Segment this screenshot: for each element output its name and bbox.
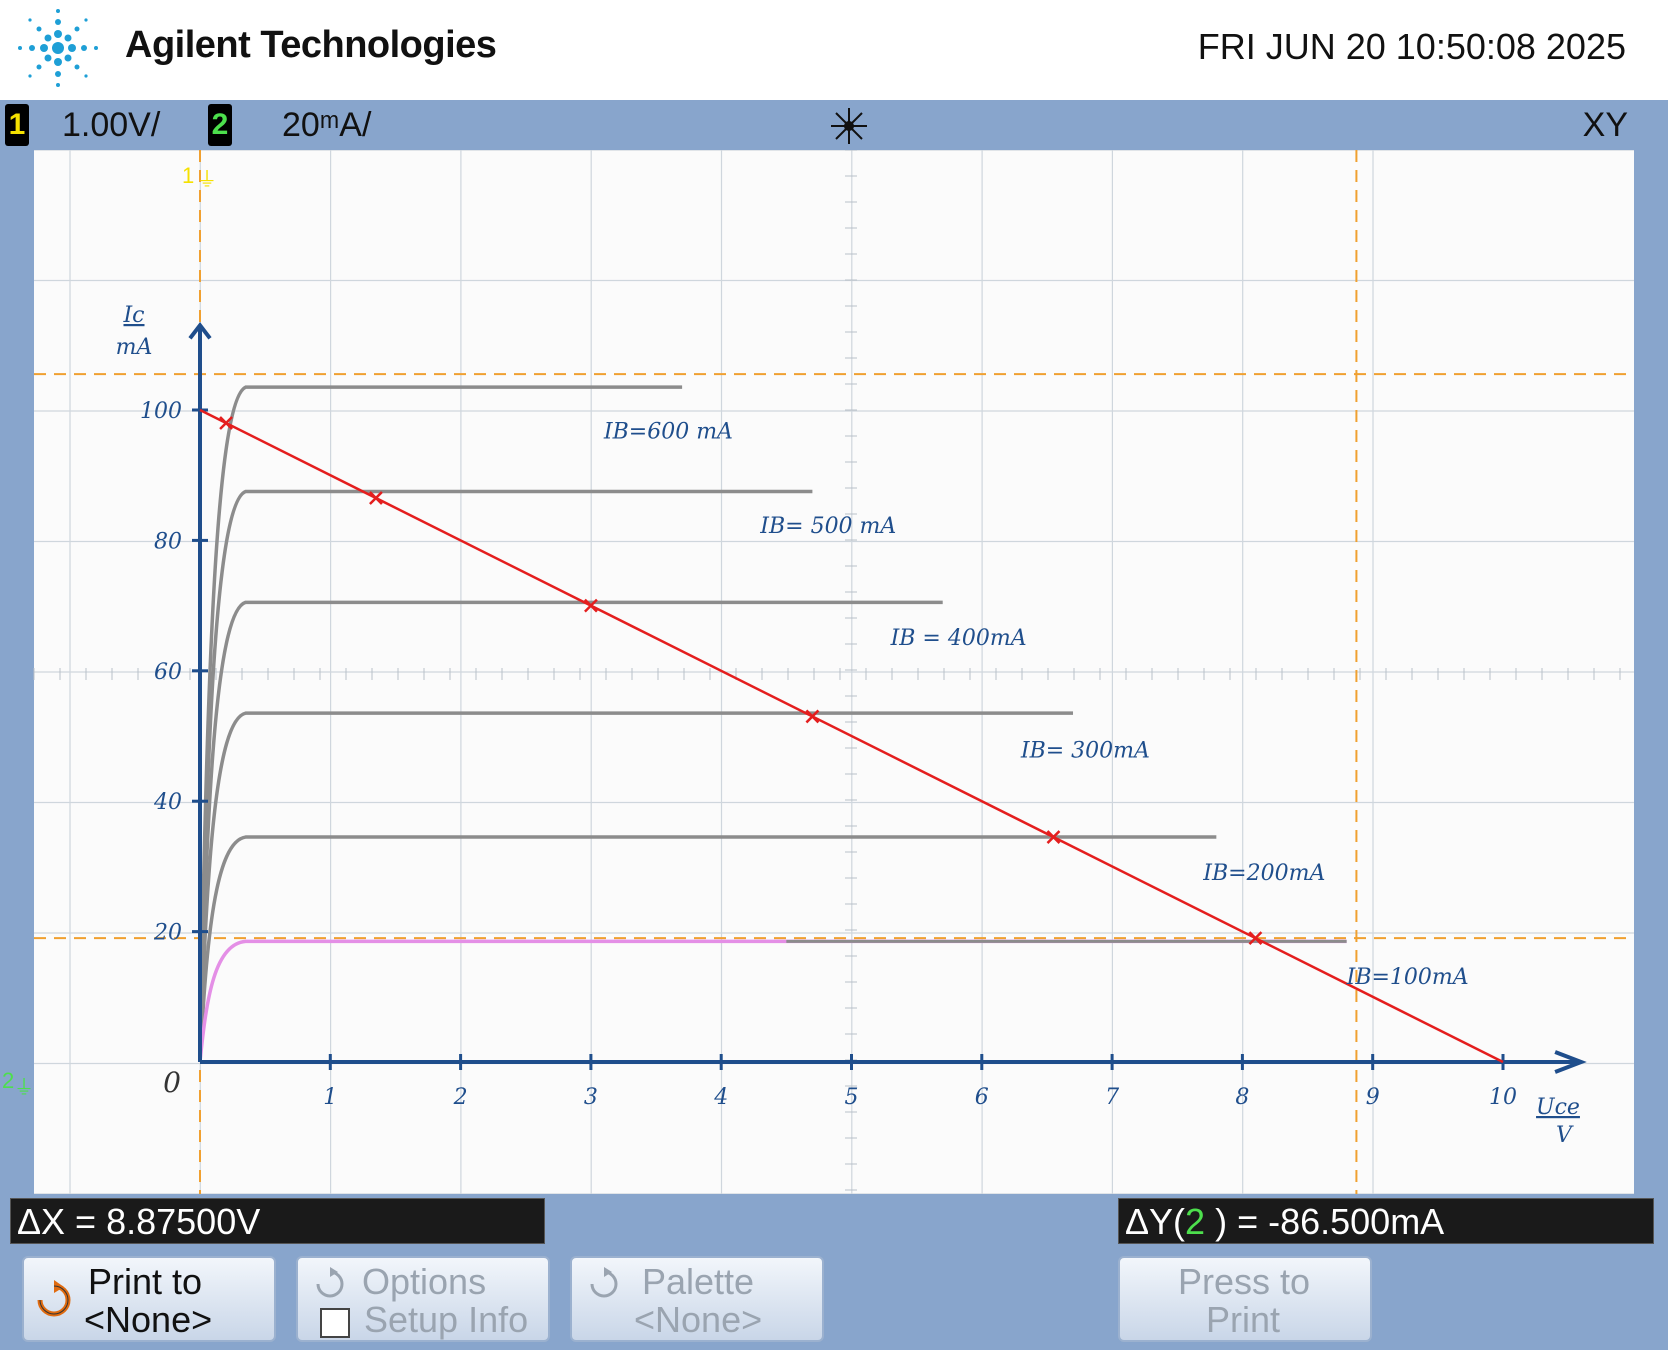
ch2-ground-icon: ⏚ [14, 1077, 34, 1099]
series-label-3: IB = 400mA [890, 626, 1027, 651]
ch1-ground-icon: ⏚ [197, 169, 217, 191]
x-tick-label: 9 [1366, 1085, 1380, 1110]
x-tick-label: 0 [163, 1066, 181, 1099]
y-tick-label: 20 [153, 921, 182, 946]
y-tick-label: 100 [140, 399, 182, 424]
delta-y-value: ) = -86.500mA [1205, 1201, 1445, 1242]
delta-x-readout: ΔX = 8.87500V [10, 1198, 545, 1244]
rotate-knob-icon [37, 1280, 71, 1317]
print-to-label: Print to [88, 1261, 203, 1302]
delta-y-readout: ΔY(2 ) = -86.500mA [1118, 1198, 1654, 1244]
series-label-2: IB= 500 mA [759, 514, 896, 539]
agilent-spark-logo-icon [18, 9, 98, 87]
ch1-ground-marker[interactable]: 1 [182, 163, 194, 188]
x-tick-label: 3 [584, 1085, 598, 1110]
series-label-6: IB=100mA [1346, 965, 1469, 990]
brand-name: Agilent Technologies [125, 24, 497, 66]
x-tick-label: 2 [453, 1085, 468, 1110]
palette-label: Palette [642, 1261, 755, 1302]
y-axis-label-unit: mA [116, 335, 153, 360]
delta-y-prefix: ΔY( [1125, 1201, 1186, 1242]
palette-value: <None> [634, 1299, 763, 1340]
ch2-ground-marker[interactable]: 2 [2, 1068, 14, 1093]
y-tick-label: 60 [154, 660, 182, 685]
xy-plot: 0 1 2 3 4 5 6 7 8 9 10 20 40 60 80 100 Ic mA Uce V IB=600 m… [2, 150, 1634, 1194]
rotate-knob-icon [590, 1267, 618, 1298]
x-tick-label: 7 [1105, 1085, 1119, 1110]
trigger-status-icon [831, 108, 867, 144]
setup-info-checkbox[interactable] [320, 1308, 350, 1338]
x-tick-label: 1 [323, 1085, 337, 1110]
x-tick-label: 8 [1235, 1085, 1249, 1110]
channel-1-badge[interactable]: 1 [5, 104, 29, 146]
y-tick-label: 80 [154, 529, 182, 554]
print-to-softkey[interactable]: Print to <None> [22, 1256, 276, 1342]
x-tick-label: 4 [713, 1085, 728, 1110]
setup-info-label: Setup Info [364, 1299, 529, 1340]
x-tick-label: 6 [975, 1085, 989, 1110]
x-axis-label-unit: V [1556, 1123, 1574, 1148]
delta-y-channel: 2 [1185, 1201, 1206, 1242]
rotate-knob-icon [316, 1267, 344, 1298]
press-to-label: Press to [1178, 1261, 1311, 1302]
series-label-4: IB= 300mA [1020, 738, 1150, 763]
datetime-display: FRI JUN 20 10:50:08 2025 [1197, 26, 1626, 67]
xy-mode-indicator[interactable]: XY [1583, 100, 1628, 150]
series-label-1: IB=600 mA [603, 420, 733, 445]
palette-softkey[interactable]: Palette <None> [570, 1256, 824, 1342]
x-tick-label: 5 [845, 1085, 859, 1110]
print-label: Print [1206, 1299, 1281, 1340]
x-axis-label-quantity: Uce [1536, 1095, 1580, 1120]
options-label: Options [362, 1261, 487, 1302]
print-to-value: <None> [84, 1299, 213, 1340]
options-softkey[interactable]: Options Setup Info [296, 1256, 550, 1342]
channel-2-scale[interactable]: 20ᵐA/ [282, 100, 371, 150]
x-tick-label: 10 [1489, 1085, 1517, 1110]
y-axis-label-quantity: Ic [122, 303, 144, 328]
channel-2-badge[interactable]: 2 [208, 104, 232, 146]
channel-1-scale[interactable]: 1.00V/ [62, 100, 160, 150]
series-label-5: IB=200mA [1202, 861, 1325, 886]
press-to-print-softkey[interactable]: Press to Print [1118, 1256, 1372, 1342]
y-tick-label: 40 [153, 790, 182, 815]
header-bar: Agilent Technologies FRI JUN 20 10:50:08… [0, 0, 1668, 100]
